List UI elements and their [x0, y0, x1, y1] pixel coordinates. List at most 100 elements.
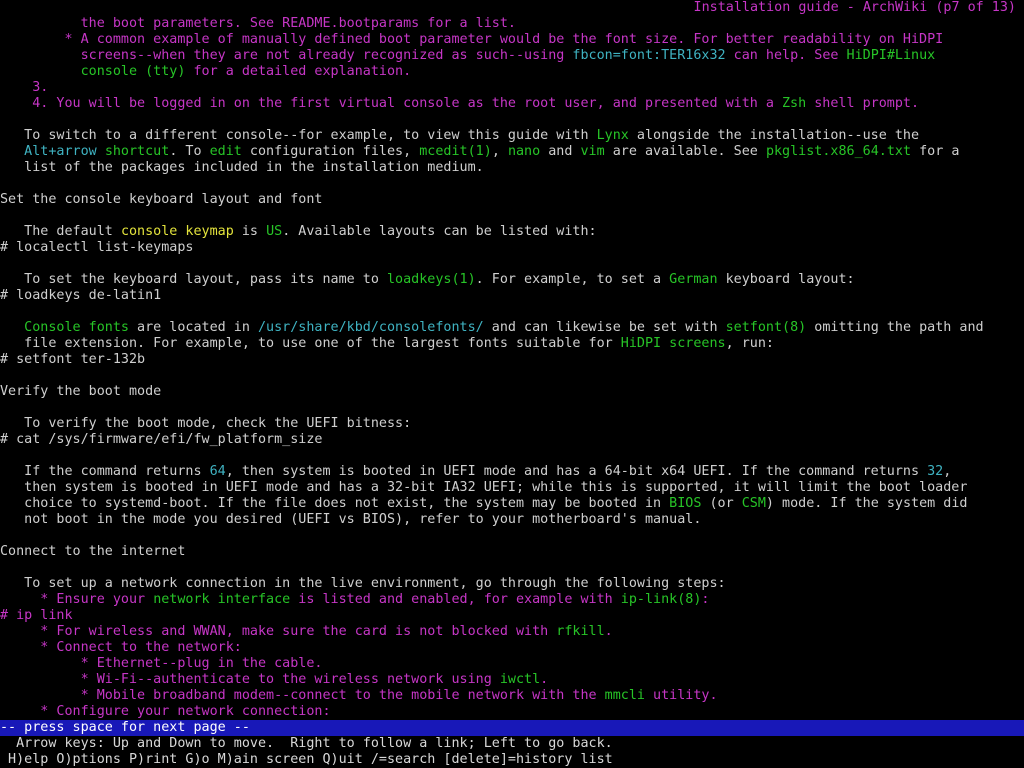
line-text: 3. — [0, 80, 49, 95]
line-text: Set the console keyboard layout and font — [0, 192, 323, 207]
line-text: are available. See — [604, 144, 766, 159]
hyperlink[interactable]: ip-link(8) — [621, 592, 702, 607]
selected-hyperlink[interactable]: console keymap — [121, 224, 234, 239]
line-text: To set the keyboard layout, pass its nam… — [0, 272, 387, 287]
text-line: # localectl list-keymaps — [0, 240, 1024, 256]
hyperlink[interactable]: network interface — [153, 592, 290, 607]
text-line — [0, 448, 1024, 464]
hyperlink[interactable]: shortcut — [105, 144, 170, 159]
line-text: , — [943, 464, 952, 479]
hyperlink[interactable]: US — [266, 224, 282, 239]
line-text: # ip link — [0, 608, 73, 623]
header-line: # Installation guide - ArchWiki (p7 of 1… — [0, 0, 1024, 16]
line-text: list of the packages included in the ins… — [0, 160, 484, 175]
text-line — [0, 176, 1024, 192]
text-line: The default console keymap is US. Availa… — [0, 224, 1024, 240]
code-text: Alt+arrow — [0, 144, 97, 159]
line-text: configuration files, — [241, 144, 420, 159]
line-text: 4. You will be logged in on the first vi… — [0, 96, 782, 111]
hyperlink[interactable]: nano — [508, 144, 540, 159]
line-text: . For example, to set a — [475, 272, 670, 287]
line-text: (or — [701, 496, 742, 511]
page-title: Installation guide - ArchWiki (p7 of 13) — [693, 0, 1016, 15]
text-line: not boot in the mode you desired (UEFI v… — [0, 512, 1024, 528]
hyperlink[interactable]: BIOS — [669, 496, 701, 511]
next-page-status-bar[interactable]: -- press space for next page -- — [0, 720, 1024, 736]
line-text: : — [701, 592, 710, 607]
line-text: . To — [169, 144, 210, 159]
line-text: can help. See — [725, 48, 847, 63]
code-text: 64 — [209, 464, 226, 479]
text-line — [0, 112, 1024, 128]
text-line: # cat /sys/firmware/efi/fw_platform_size — [0, 432, 1024, 448]
hyperlink[interactable]: HiDPI screens — [621, 336, 726, 351]
text-line: file extension. For example, to use one … — [0, 336, 1024, 352]
line-text: # setfont ter-132b — [0, 352, 146, 367]
line-text: Verify the boot mode — [0, 384, 162, 399]
hyperlink[interactable]: Lynx — [597, 128, 629, 143]
text-line — [0, 208, 1024, 224]
line-text: If the command returns — [0, 464, 210, 479]
line-text: and — [540, 144, 581, 159]
hyperlink[interactable]: pkglist.x86_64.txt — [766, 144, 911, 159]
text-line: console (tty) for a detailed explanation… — [0, 64, 1024, 80]
hyperlink[interactable]: Console fonts — [0, 320, 129, 335]
line-text: . Available layouts can be listed with: — [282, 224, 597, 239]
text-line: then system is booted in UEFI mode and h… — [0, 480, 1024, 496]
text-line — [0, 368, 1024, 384]
text-line: Verify the boot mode — [0, 384, 1024, 400]
line-text: the boot parameters. See README.bootpara… — [0, 16, 516, 31]
line-text: # loadkeys de-latin1 — [0, 288, 162, 303]
hyperlink[interactable]: German — [669, 272, 717, 287]
text-line: * For wireless and WWAN, make sure the c… — [0, 624, 1024, 640]
text-line — [0, 304, 1024, 320]
line-text: choice to systemd-boot. If the file does… — [0, 496, 670, 511]
line-text: for a — [911, 144, 960, 159]
hyperlink[interactable]: mmcli — [605, 688, 645, 703]
text-line: # ip link — [0, 608, 1024, 624]
text-line: choice to systemd-boot. If the file does… — [0, 496, 1024, 512]
text-line: * A common example of manually defined b… — [0, 32, 1024, 48]
code-text: 32 — [927, 464, 944, 479]
line-text: . — [604, 624, 613, 639]
line-text: The default — [0, 224, 121, 239]
hyperlink[interactable]: rfkill — [556, 624, 604, 639]
line-text: not boot in the mode you desired (UEFI v… — [0, 512, 702, 527]
text-line — [0, 528, 1024, 544]
line-text: * Ethernet--plug in the cable. — [0, 656, 323, 671]
text-line: list of the packages included in the ins… — [0, 160, 1024, 176]
text-line: To set the keyboard layout, pass its nam… — [0, 272, 1024, 288]
line-text: ) mode. If the system did — [765, 496, 968, 511]
hyperlink[interactable]: CSM — [742, 496, 766, 511]
hyperlink[interactable]: vim — [581, 144, 605, 159]
text-line: Connect to the internet — [0, 544, 1024, 560]
text-line — [0, 400, 1024, 416]
line-text: , then system is booted in UEFI mode and… — [225, 464, 928, 479]
line-text: keyboard layout: — [717, 272, 855, 287]
hyperlink[interactable]: setfont(8) — [726, 320, 807, 335]
line-text: # cat /sys/firmware/efi/fw_platform_size — [0, 432, 323, 447]
hyperlink[interactable]: mcedit(1) — [419, 144, 492, 159]
line-text: screens--when they are not already recog… — [0, 48, 573, 63]
hyperlink[interactable]: console (tty) — [0, 64, 186, 79]
line-text: To set up a network connection in the li… — [0, 576, 726, 591]
hyperlink[interactable]: loadkeys(1) — [387, 272, 476, 287]
text-line: Console fonts are located in /usr/share/… — [0, 320, 1024, 336]
text-line: * Wi-Fi--authenticate to the wireless ne… — [0, 672, 1024, 688]
line-text: , — [491, 144, 508, 159]
hyperlink[interactable]: iwctl — [500, 672, 540, 687]
line-text: is — [233, 224, 267, 239]
line-text: * A common example of manually defined b… — [0, 32, 944, 47]
hyperlink[interactable]: Zsh — [782, 96, 806, 111]
help-line-navigation: Arrow keys: Up and Down to move. Right t… — [0, 736, 613, 751]
text-line: * Configure your network connection: — [0, 704, 1024, 720]
line-text: is listed and enabled, for example with — [290, 592, 621, 607]
line-text: are located in — [129, 320, 258, 335]
hyperlink[interactable]: HiDPI#Linux — [847, 48, 936, 63]
text-line: Alt+arrow shortcut. To edit configuratio… — [0, 144, 1024, 160]
text-line: Set the console keyboard layout and font — [0, 192, 1024, 208]
hyperlink[interactable]: edit — [210, 144, 242, 159]
text-line: * Ensure your network interface is liste… — [0, 592, 1024, 608]
line-text: Connect to the internet — [0, 544, 186, 559]
line-text — [97, 144, 105, 159]
